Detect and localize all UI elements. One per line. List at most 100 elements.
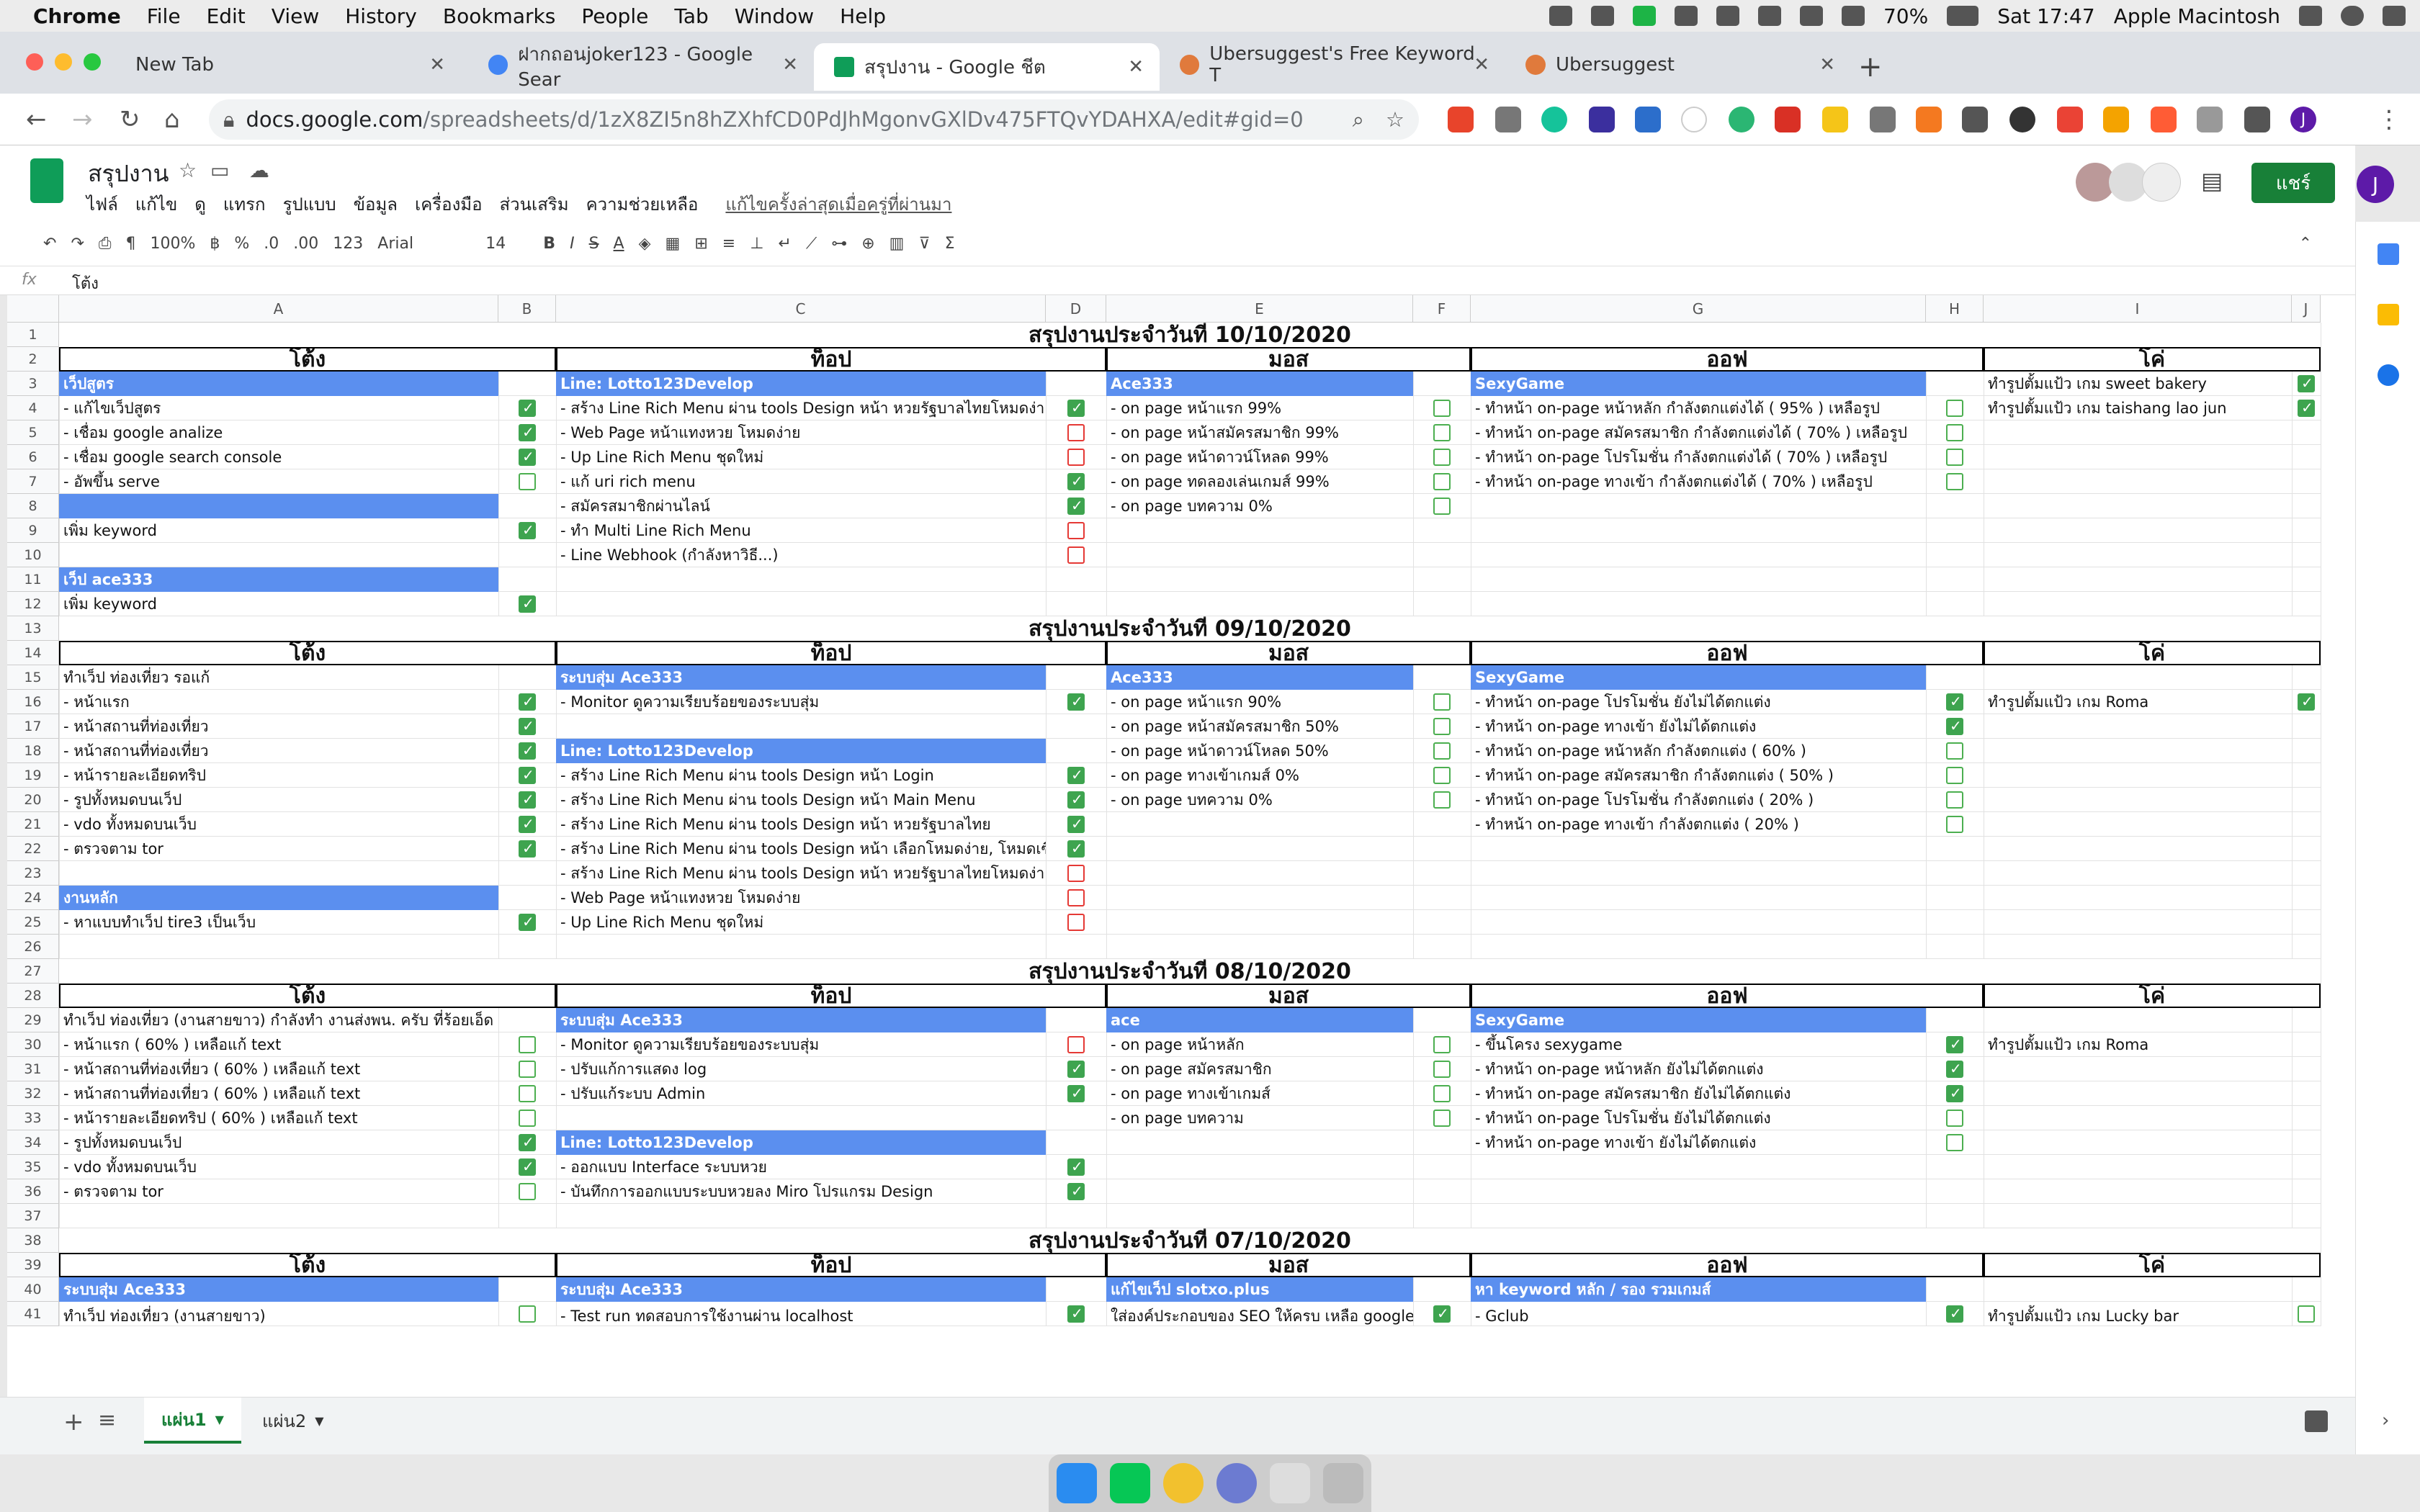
sheet-tab-2[interactable]: แผ่น2 ▼	[245, 1398, 341, 1444]
extension-circle-icon[interactable]	[1681, 107, 1707, 132]
task-cell[interactable]: เพิ่ม keyword	[59, 592, 498, 616]
column-header[interactable]: H	[1926, 295, 1984, 323]
task-checkbox[interactable]	[1433, 1036, 1451, 1053]
task-checkbox[interactable]	[519, 1085, 536, 1102]
task-checkbox[interactable]	[1067, 1060, 1085, 1078]
column-header[interactable]: C	[556, 295, 1046, 323]
task-cell[interactable]: - on page หน้าสมัครสมาชิก 99%	[1106, 420, 1413, 445]
fill-color-icon[interactable]: ◈	[639, 235, 651, 253]
row-header[interactable]: 34	[7, 1130, 59, 1155]
menu-people[interactable]: People	[581, 4, 648, 28]
task-cell[interactable]: ทำรูปตั้มแป้ว เกม Lucky bar	[1984, 1302, 2292, 1331]
task-checkbox[interactable]	[1067, 815, 1085, 833]
search-icon[interactable]	[2299, 6, 2322, 26]
menu-edit[interactable]: Edit	[207, 4, 246, 28]
task-cell[interactable]: - on page หน้าดาวน์โหลด 99%	[1106, 445, 1413, 469]
column-header[interactable]: D	[1046, 295, 1106, 323]
row-header[interactable]: 4	[7, 396, 59, 420]
task-checkbox[interactable]	[519, 1158, 536, 1176]
row-header[interactable]: 7	[7, 469, 59, 494]
task-checkbox[interactable]	[1067, 497, 1085, 515]
extension-refresh-icon[interactable]	[1729, 107, 1754, 132]
menu-format-th[interactable]: รูปแบบ	[283, 190, 336, 218]
row-header[interactable]: 2	[7, 347, 59, 372]
task-checkbox[interactable]	[1946, 424, 1963, 441]
task-cell[interactable]: - บันทึกการออกแบบระบบหวยลง Miro โปรแกรม …	[556, 1179, 1046, 1204]
menu-file-th[interactable]: ไฟล์	[86, 190, 118, 218]
task-checkbox[interactable]	[1067, 865, 1085, 882]
task-checkbox[interactable]	[1067, 766, 1085, 784]
task-checkbox[interactable]	[519, 448, 536, 466]
task-cell[interactable]: - หาแบบทำเว็ป tire3 เป็นเว็บ	[59, 910, 498, 935]
task-checkbox[interactable]	[519, 766, 536, 784]
task-checkbox[interactable]	[1067, 914, 1085, 931]
task-cell[interactable]: - ทำหน้า on-page หน้าหลัก กำลังตกแต่ง ( …	[1471, 739, 1926, 763]
row-header[interactable]: 33	[7, 1106, 59, 1130]
select-all-corner[interactable]	[7, 295, 59, 323]
extension-grammarly-icon[interactable]	[1541, 107, 1567, 132]
reload-icon[interactable]: ↻	[120, 105, 140, 134]
task-cell[interactable]: - หน้าแรก	[59, 690, 498, 714]
column-header[interactable]: B	[498, 295, 556, 323]
task-checkbox[interactable]	[1067, 472, 1085, 490]
task-checkbox[interactable]	[519, 521, 536, 539]
task-checkbox[interactable]	[1946, 1305, 1963, 1323]
row-header[interactable]: 11	[7, 567, 59, 592]
task-checkbox[interactable]	[1433, 424, 1451, 441]
task-checkbox[interactable]	[519, 595, 536, 613]
task-cell[interactable]: - ทำหน้า on-page โปรโมชั่น กำลังตกแต่ง (…	[1471, 788, 1926, 812]
task-checkbox[interactable]	[519, 399, 536, 417]
task-checkbox[interactable]	[1946, 1134, 1963, 1151]
task-cell[interactable]: Ace333	[1106, 372, 1413, 396]
task-checkbox[interactable]	[1067, 693, 1085, 711]
task-checkbox[interactable]	[1067, 522, 1085, 539]
zoom-search-icon[interactable]: ⌕	[1353, 107, 1364, 132]
zoom-select[interactable]: 100%	[150, 235, 195, 253]
task-cell[interactable]: - Test run ทดสอบการใช้งานผ่าน localhost	[556, 1302, 1046, 1331]
extension-table-icon[interactable]	[2197, 107, 2223, 132]
task-checkbox[interactable]	[1433, 449, 1451, 466]
text-rotate-icon[interactable]: ⟋	[806, 235, 817, 253]
task-cell[interactable]: เว็ปสูตร	[59, 372, 498, 396]
extension-dark-icon[interactable]	[2009, 107, 2035, 132]
task-cell[interactable]: - แก้ไขเว็ปสูตร	[59, 396, 498, 420]
column-header[interactable]: J	[2292, 295, 2321, 323]
menu-view[interactable]: View	[272, 4, 319, 28]
task-checkbox[interactable]	[1433, 1085, 1451, 1102]
font-size-select[interactable]: 14	[485, 235, 529, 253]
task-cell[interactable]: Line: Lotto123Develop	[556, 739, 1046, 763]
task-checkbox[interactable]	[1433, 791, 1451, 809]
all-sheets-icon[interactable]: ≡	[98, 1408, 116, 1433]
filter-icon[interactable]: ⊽	[918, 235, 930, 253]
calendar-icon[interactable]	[2378, 243, 2399, 265]
finder-icon[interactable]	[1057, 1463, 1097, 1503]
tab-new-tab[interactable]: New Tab ✕	[115, 43, 461, 86]
lock-icon[interactable]: 🔒︎	[223, 107, 234, 132]
menu-tools-th[interactable]: เครื่องมือ	[415, 190, 483, 218]
task-checkbox[interactable]	[1067, 840, 1085, 858]
task-cell[interactable]: - ขึ้นโครง sexygame	[1471, 1032, 1926, 1057]
close-icon[interactable]: ✕	[1474, 54, 1489, 76]
tab-ubersuggest-free[interactable]: Ubersuggest's Free Keyword T ✕	[1160, 43, 1505, 86]
task-cell[interactable]: - ทำหน้า on-page ทางเข้า ยังไม่ได้ตกแต่ง	[1471, 1130, 1926, 1155]
task-cell[interactable]: ทำรูปตั้มแป้ว เกม sweet bakery	[1984, 372, 2292, 396]
task-cell[interactable]: Line: Lotto123Develop	[556, 372, 1046, 396]
task-cell[interactable]: - ทำหน้า on-page ทางเข้า ยังไม่ได้ตกแต่ง	[1471, 714, 1926, 739]
menu-addons-th[interactable]: ส่วนเสริม	[500, 190, 569, 218]
comment-icon[interactable]: ▤	[2201, 167, 2223, 194]
task-checkbox[interactable]	[2298, 399, 2315, 417]
task-cell[interactable]: - ทำหน้า on-page โปรโมชั่น ยังไม่ได้ตกแต…	[1471, 1106, 1926, 1130]
task-checkbox[interactable]	[519, 742, 536, 760]
task-checkbox[interactable]	[1433, 498, 1451, 515]
account-avatar[interactable]: J	[2357, 166, 2394, 203]
task-cell[interactable]: - ตรวจตาม tor	[59, 1179, 498, 1204]
task-cell[interactable]: - Web Page หน้าแทงหวย โหมดง่าย	[556, 420, 1046, 445]
menu-insert-th[interactable]: แทรก	[223, 190, 266, 218]
row-header[interactable]: 16	[7, 690, 59, 714]
bluetooth-icon[interactable]	[1716, 6, 1739, 26]
zoom-window-button[interactable]	[84, 53, 101, 71]
task-cell[interactable]: แก้ไขเว็ป slotxo.plus	[1106, 1277, 1413, 1302]
task-cell[interactable]	[59, 494, 498, 518]
back-icon[interactable]: ←	[26, 105, 47, 134]
task-cell[interactable]: - ทำหน้า on-page สมัครสมาชิก กำลังตกแต่ง…	[1471, 763, 1926, 788]
